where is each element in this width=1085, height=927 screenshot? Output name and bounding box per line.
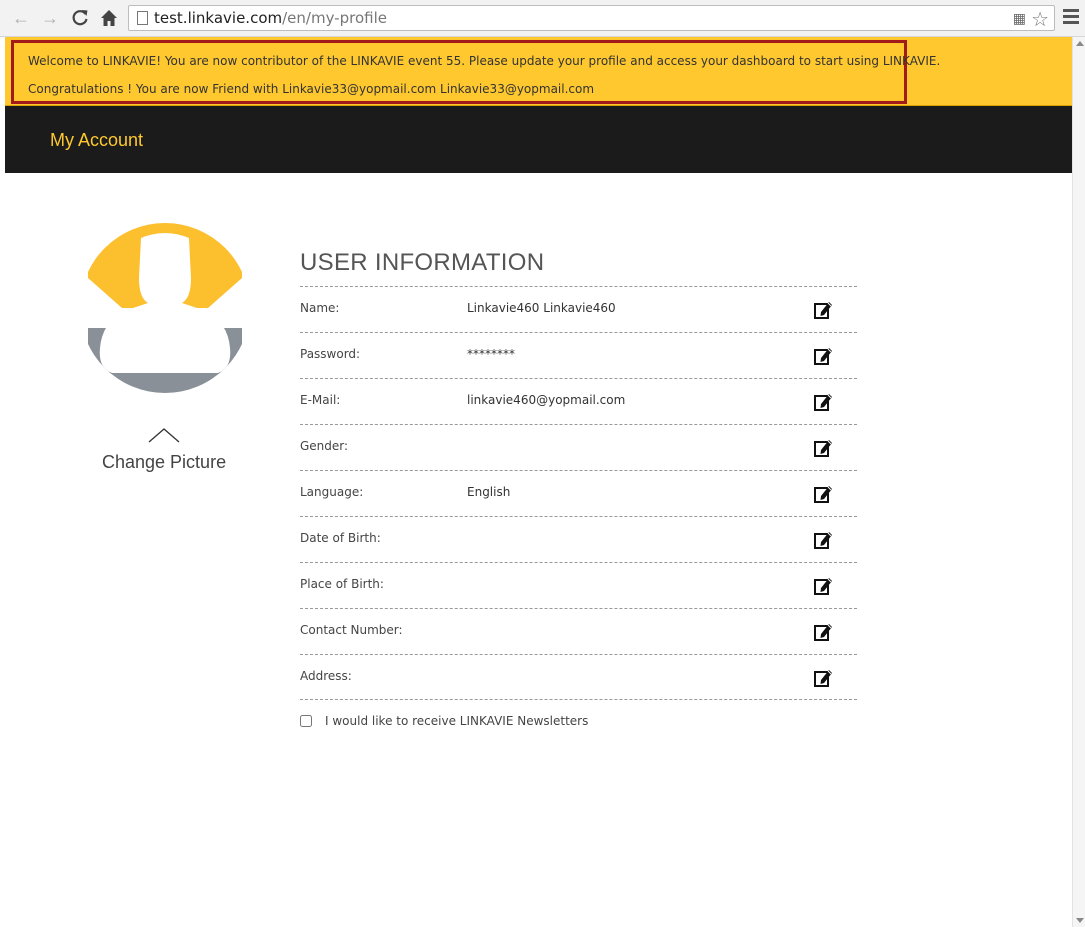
field-label: Name: <box>300 301 340 315</box>
page-title: My Account <box>50 130 144 150</box>
table-row: Language: English <box>300 470 857 516</box>
field-label: E-Mail: <box>300 393 341 407</box>
browser-menu-icon[interactable] <box>1063 9 1079 27</box>
translate-icon[interactable]: ▦ <box>1013 10 1026 27</box>
change-picture-link[interactable]: Change Picture <box>102 452 226 473</box>
field-label: Contact Number: <box>300 623 403 637</box>
field-label: Password: <box>300 347 361 361</box>
edit-icon[interactable] <box>813 576 833 596</box>
welcome-notice: Welcome to LINKAVIE! You are now contrib… <box>28 54 941 68</box>
url-path: /en/my-profile <box>282 9 387 27</box>
newsletter-label: I would like to receive LINKAVIE Newslet… <box>325 714 589 728</box>
reload-icon[interactable] <box>69 7 91 29</box>
field-value: English <box>467 485 511 499</box>
url-text[interactable]: test.linkavie.com/en/my-profile <box>154 9 387 27</box>
page-icon <box>137 11 148 25</box>
user-information-table: Name: Linkavie460 Linkavie460 Password: ***… <box>300 286 857 700</box>
edit-icon[interactable] <box>813 484 833 504</box>
browser-toolbar: ← → test.linkavie.com/en/my-profile ▦ ☆ <box>0 0 1085 37</box>
field-label: Address: <box>300 669 352 683</box>
scroll-down-arrow-icon[interactable] <box>1076 918 1084 923</box>
table-row: Gender: <box>300 424 857 470</box>
vertical-scrollbar[interactable] <box>1072 37 1085 927</box>
table-row: Address: <box>300 654 857 700</box>
edit-icon[interactable] <box>813 392 833 412</box>
table-row: Name: Linkavie460 Linkavie460 <box>300 286 857 332</box>
edit-icon[interactable] <box>813 622 833 642</box>
caret-up-icon[interactable] <box>148 427 180 443</box>
field-label: Language: <box>300 485 364 499</box>
field-value: linkavie460@yopmail.com <box>467 393 626 407</box>
field-label: Date of Birth: <box>300 531 381 545</box>
back-arrow-icon[interactable]: ← <box>10 7 32 29</box>
edit-icon[interactable] <box>813 530 833 550</box>
notification-box: Welcome to LINKAVIE! You are now contrib… <box>11 40 940 104</box>
friend-notice: Congratulations ! You are now Friend wit… <box>28 82 595 96</box>
edit-icon[interactable] <box>813 300 833 320</box>
scroll-up-arrow-icon[interactable] <box>1076 41 1084 46</box>
account-header: My Account <box>5 106 1072 173</box>
table-row: Date of Birth: <box>300 516 857 562</box>
edit-icon[interactable] <box>813 346 833 366</box>
field-value: ******** <box>467 347 515 361</box>
table-row: Place of Birth: <box>300 562 857 608</box>
home-icon[interactable] <box>98 7 120 29</box>
forward-arrow-icon[interactable]: → <box>39 7 61 29</box>
field-label: Place of Birth: <box>300 577 384 591</box>
edit-icon[interactable] <box>813 668 833 688</box>
avatar[interactable] <box>88 223 242 393</box>
notification-bar: Welcome to LINKAVIE! You are now contrib… <box>5 37 1072 106</box>
field-label: Gender: <box>300 439 349 453</box>
user-information-title: USER INFORMATION <box>300 249 545 276</box>
edit-icon[interactable] <box>813 438 833 458</box>
newsletter-checkbox[interactable] <box>300 715 312 727</box>
table-row: Password: ******** <box>300 332 857 378</box>
address-bar[interactable]: test.linkavie.com/en/my-profile ▦ ☆ <box>128 5 1055 31</box>
bookmark-star-icon[interactable]: ☆ <box>1031 7 1049 32</box>
url-host: test.linkavie.com <box>154 9 283 27</box>
table-row: Contact Number: <box>300 608 857 654</box>
page-content: Welcome to LINKAVIE! You are now contrib… <box>5 37 1072 927</box>
field-value: Linkavie460 Linkavie460 <box>467 301 616 315</box>
table-row: E-Mail: linkavie460@yopmail.com <box>300 378 857 424</box>
